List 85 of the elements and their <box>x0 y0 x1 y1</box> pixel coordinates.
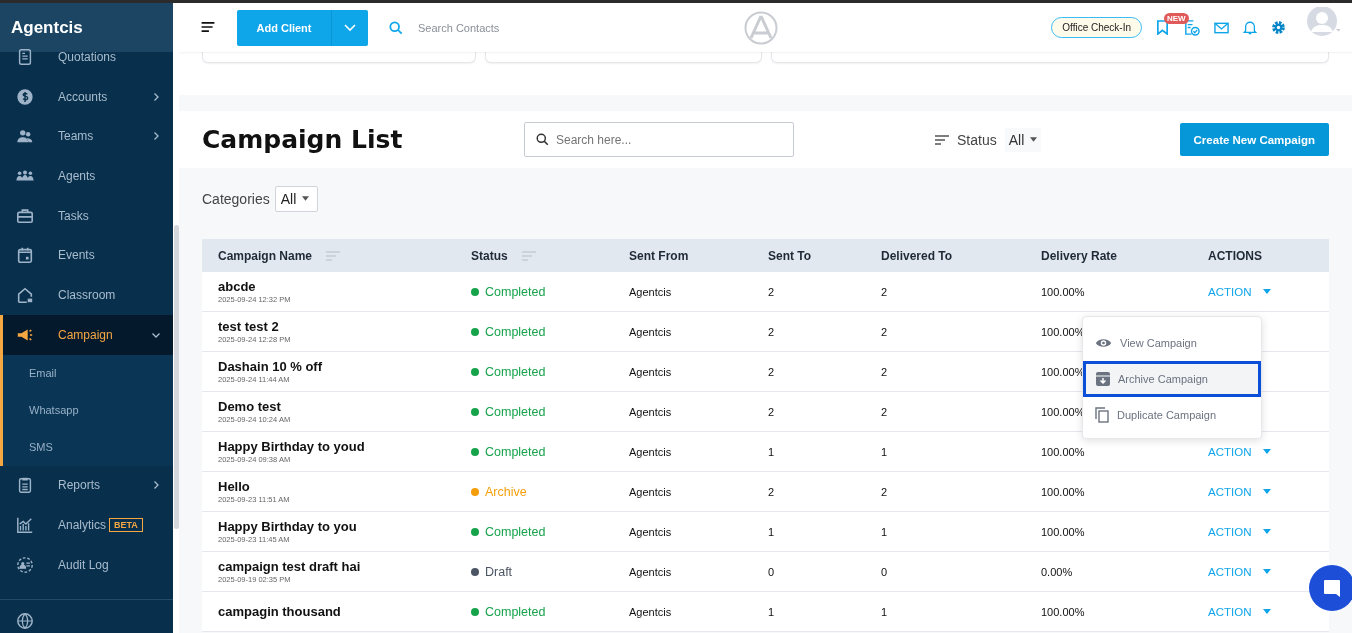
status-text: Archive <box>485 484 527 499</box>
search-field[interactable]: Search here... <box>524 122 794 157</box>
table-cell: Agentcis <box>629 325 672 338</box>
campaign-name: abcde <box>218 279 256 294</box>
table-cell: 2 <box>768 485 775 498</box>
sidebar-item[interactable]: Analytics BETA <box>0 505 173 545</box>
status-text: Completed <box>485 524 546 539</box>
table-cell: 1 <box>768 525 775 538</box>
table-cell: 2 <box>768 325 775 338</box>
table-cell: 100.00% <box>1041 285 1085 298</box>
column-header: ACTIONS <box>1208 248 1262 263</box>
column-header: Delivery Rate <box>1041 248 1118 263</box>
table-cell: 1 <box>881 525 888 538</box>
table-cell: 1 <box>881 445 888 458</box>
table-cell: Agentcis <box>629 565 672 578</box>
table-cell: Agentcis <box>629 445 672 458</box>
status-dropdown[interactable]: All <box>1004 127 1042 152</box>
beta-badge: BETA <box>109 518 143 533</box>
column-header: Delivered To <box>881 248 953 263</box>
status-text: Completed <box>485 284 546 299</box>
categories-dropdown[interactable]: All <box>274 185 319 212</box>
submenu-item[interactable]: Whatsapp <box>3 391 173 429</box>
menu-item[interactable]: Duplicate Campaign <box>1083 396 1261 433</box>
campaign-name: Dashain 10 % off <box>218 359 323 374</box>
sidebar-item[interactable]: Accounts <box>0 76 173 117</box>
table-cell: Agentcis <box>629 365 672 378</box>
table-cell: 100.00% <box>1041 485 1085 498</box>
page-title: Campaign List <box>202 125 404 154</box>
campaign-name: Hello <box>218 479 250 494</box>
table-cell: 0 <box>768 565 775 578</box>
campaign-name: test test 2 <box>218 319 279 334</box>
office-check-in-button[interactable]: Office Check-In <box>1051 17 1142 38</box>
submenu-item[interactable]: SMS <box>3 428 173 466</box>
categories-label: Categories <box>202 190 270 207</box>
table-cell: 1 <box>768 445 775 458</box>
table-cell: 2 <box>881 285 888 298</box>
column-header: Sent From <box>629 248 689 263</box>
table-cell: 2 <box>881 365 888 378</box>
sidebar-item[interactable]: Classroom <box>0 275 173 315</box>
table-cell: Agentcis <box>629 405 672 418</box>
status-text: Completed <box>485 444 546 459</box>
table-cell: 0.00% <box>1041 565 1073 578</box>
status-filter-label: Status <box>957 131 997 148</box>
new-badge: NEW <box>1164 13 1189 24</box>
table-cell: 1 <box>768 605 775 618</box>
status-text: Draft <box>485 564 513 579</box>
sidebar-item[interactable]: Reports <box>0 465 173 506</box>
menu-item[interactable]: Archive Campaign <box>1083 360 1261 397</box>
table-cell: 1 <box>881 605 888 618</box>
campaign-name: campaign test draft hai <box>218 559 361 574</box>
menu-item[interactable]: View Campaign <box>1083 324 1261 361</box>
sidebar-item[interactable]: Quotations <box>0 37 173 77</box>
table-cell: 2 <box>881 405 888 418</box>
sidebar-item[interactable]: Campaign <box>0 314 173 355</box>
table-cell: 2 <box>881 485 888 498</box>
status-text: Completed <box>485 604 546 619</box>
table-cell: 0 <box>881 565 888 578</box>
table-cell: 2 <box>768 405 775 418</box>
campaign-name: Happy Birthday to you <box>218 519 357 534</box>
campaign-name: Happy Birthday to youd <box>218 439 365 454</box>
table-cell: 100.00% <box>1041 445 1085 458</box>
status-text: Completed <box>485 324 546 339</box>
status-text: Completed <box>485 404 546 419</box>
table-cell: Agentcis <box>629 485 672 498</box>
submenu-item[interactable]: Email <box>3 354 173 392</box>
campaign-name: Demo test <box>218 399 281 414</box>
sidebar-item[interactable]: Tasks <box>0 195 173 236</box>
sidebar-item[interactable]: Teams <box>0 116 173 157</box>
brand-name: Agentcis <box>11 17 83 38</box>
sidebar-item[interactable]: Audit Log <box>0 544 173 585</box>
sidebar-item[interactable]: Agents <box>0 156 173 196</box>
table-cell: 100.00% <box>1041 525 1085 538</box>
table-cell: 2 <box>881 325 888 338</box>
table-cell: Agentcis <box>629 605 672 618</box>
column-header: Campaign Name <box>218 248 313 263</box>
campaign-name: campagin thousand <box>218 604 341 619</box>
table-cell: 2 <box>768 285 775 298</box>
status-text: Completed <box>485 364 546 379</box>
table-cell: 2 <box>768 365 775 378</box>
column-header: Sent To <box>768 248 812 263</box>
table-cell: 100.00% <box>1041 605 1085 618</box>
sidebar-item[interactable]: Events <box>0 235 173 276</box>
table-cell: Agentcis <box>629 525 672 538</box>
table-cell: Agentcis <box>629 285 672 298</box>
column-header: Status <box>471 248 508 263</box>
